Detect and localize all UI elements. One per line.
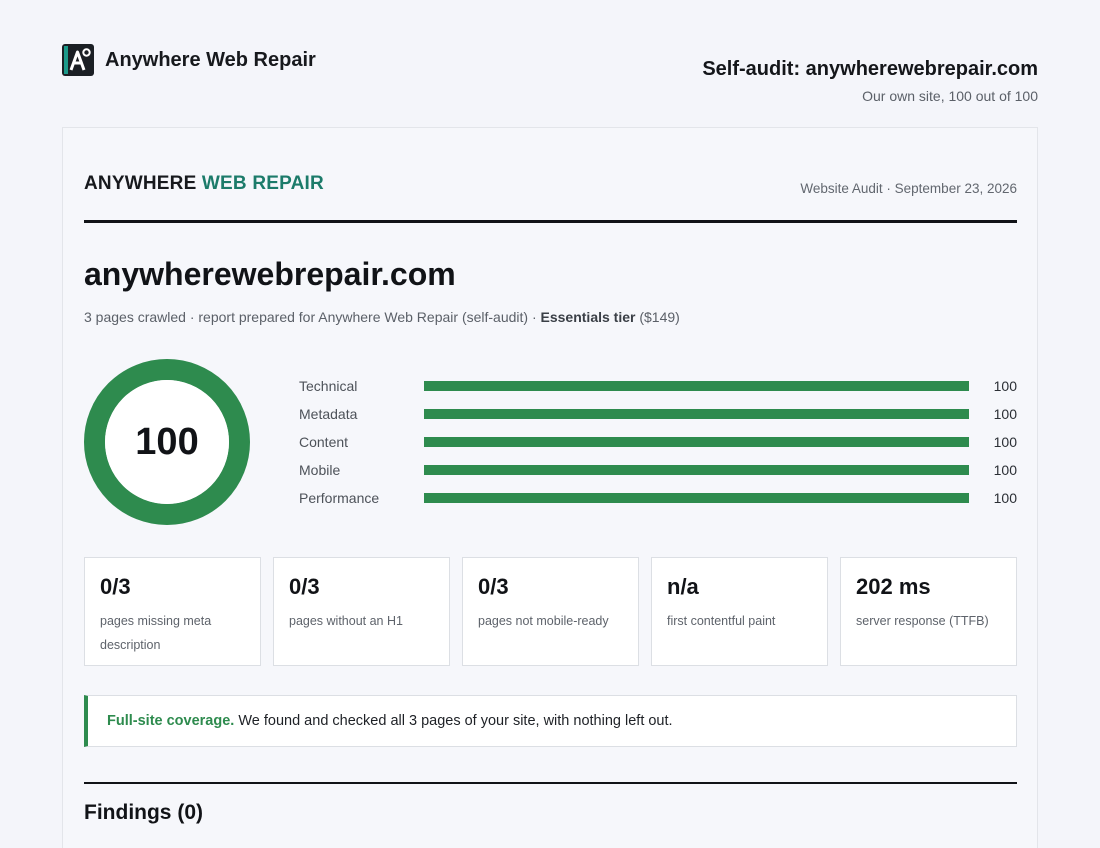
report-brand: ANYWHERE WEB REPAIR [84,173,324,195]
stat-value: 0/3 [100,574,131,599]
brand[interactable]: Anywhere Web Repair [62,44,316,76]
report-brand-part1: ANYWHERE [84,173,197,194]
report-card: ANYWHERE WEB REPAIR Website Audit · Sept… [62,127,1038,848]
score-value: 100 [993,378,1017,394]
stat-cards: 0/3 pages missing meta description 0/3 p… [84,557,1017,668]
score-track [424,381,969,391]
stat-description: pages missing meta description [100,614,212,652]
score-row-performance: Performance 100 [299,489,1017,517]
report-meta: Website Audit · September 23, 2026 [800,181,1017,196]
report-header: ANYWHERE WEB REPAIR Website Audit · Sept… [84,173,1017,203]
stat-card-mobile: 0/3 pages not mobile-ready [462,557,639,666]
score-bar [424,493,969,503]
audit-title: Self-audit: anywherewebrepair.com [702,58,1038,80]
score-value: 100 [993,406,1017,422]
stat-value: 202 ms [856,574,931,599]
score-label: Metadata [299,406,358,422]
report-brand-part2: WEB REPAIR [201,173,324,194]
crawl-text: 3 pages crawled · report prepared for An… [84,309,541,325]
domain-title: anywherewebrepair.com [84,256,456,292]
header-divider [84,220,1017,223]
score-row-metadata: Metadata 100 [299,405,1017,433]
coverage-heading: Full-site coverage. [107,713,235,729]
crawl-summary: 3 pages crawled · report prepared for An… [84,309,680,325]
score-bar [424,381,969,391]
stat-description: server response (TTFB) [856,614,989,628]
score-label: Content [299,434,349,450]
score-bar [424,465,969,475]
stat-value: 0/3 [289,574,320,599]
score-value: 100 [993,490,1017,506]
stat-card-h1: 0/3 pages without an H1 [273,557,450,666]
logo-icon [62,44,94,76]
score-value: 100 [993,462,1017,478]
overall-score-gauge: 100 [84,359,250,525]
overall-score: 100 [135,421,199,463]
score-label: Performance [299,490,380,506]
stat-card-fcp: n/a first contentful paint [651,557,828,666]
tier-price: ($149) [635,309,680,325]
coverage-callout: Full-site coverage. We found and checked… [84,695,1017,747]
stat-card-ttfb: 202 ms server response (TTFB) [840,557,1017,666]
top-bar: Anywhere Web Repair Self-audit: anywhere… [62,44,1038,114]
tier-label: Essentials tier [540,309,636,325]
category-scores: Technical 100 Metadata 100 Content 100 M… [299,377,1017,517]
score-track [424,437,969,447]
score-row-content: Content 100 [299,433,1017,461]
score-row-technical: Technical 100 [299,377,1017,405]
brand-name: Anywhere Web Repair [105,48,316,71]
stat-description: pages not mobile-ready [478,614,609,628]
score-track [424,409,969,419]
audit-header: Self-audit: anywherewebrepair.com Our ow… [702,58,1038,104]
coverage-text: We found and checked all 3 pages of your… [234,713,673,729]
stat-card-meta: 0/3 pages missing meta description [84,557,261,666]
score-bar [424,437,969,447]
stat-description: pages without an H1 [289,614,403,628]
stat-value: n/a [667,574,699,599]
score-label: Technical [299,378,358,394]
findings-heading: Findings (0) [84,801,203,824]
score-row-mobile: Mobile 100 [299,461,1017,489]
audit-subtitle: Our own site, 100 out of 100 [862,88,1038,104]
score-track [424,493,969,503]
stat-description: first contentful paint [667,614,776,628]
score-label: Mobile [299,462,341,478]
findings-divider [84,782,1017,784]
score-value: 100 [993,434,1017,450]
score-bar [424,409,969,419]
score-track [424,465,969,475]
stat-value: 0/3 [478,574,509,599]
